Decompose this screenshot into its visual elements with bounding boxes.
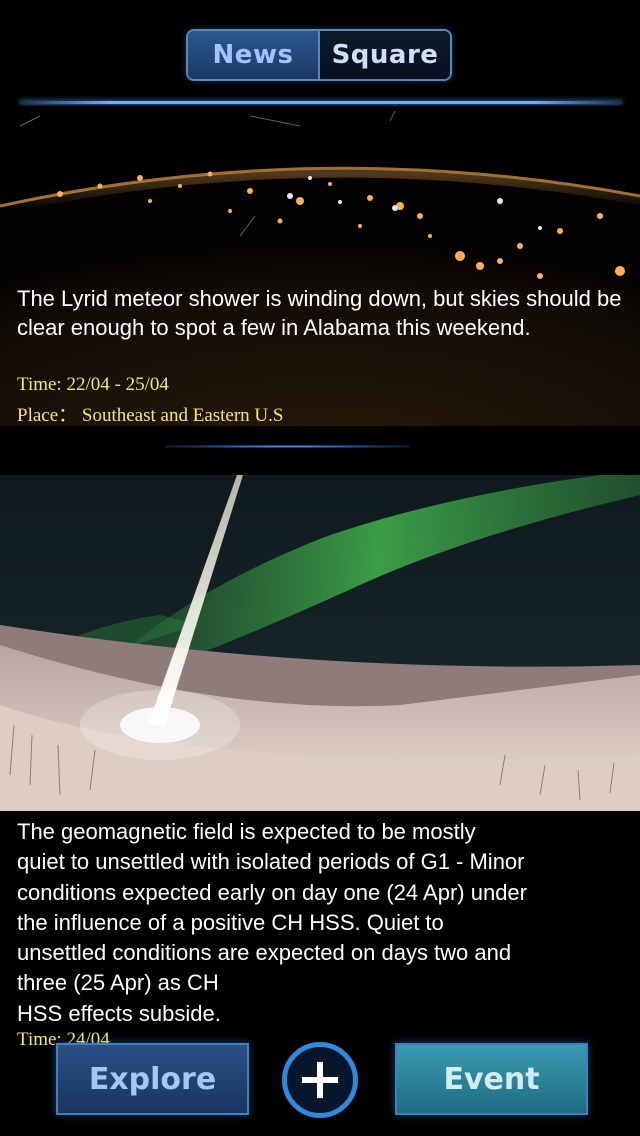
header-divider [20, 101, 622, 104]
tab-news[interactable]: News [188, 31, 320, 79]
news-card-meteor-text: The Lyrid meteor shower is winding down,… [17, 286, 622, 340]
news-card-geomagnetic-text: The geomagnetic field is expected to be … [17, 817, 632, 1029]
add-button[interactable] [282, 1042, 358, 1118]
text-line: conditions expected early on day one (24… [17, 879, 527, 905]
text-line: quiet to unsettled with isolated periods… [17, 849, 525, 875]
text-line: HSS effects subside. [17, 1000, 221, 1026]
plus-icon [302, 1062, 338, 1098]
card-divider [165, 445, 410, 448]
news-card-meteor-time: Time: 22/04 - 25/04 [17, 374, 169, 395]
event-button[interactable]: Event [395, 1043, 588, 1115]
text-line: the influence of a positive CH HSS. Quie… [17, 909, 444, 935]
news-card-meteor[interactable]: The Lyrid meteor shower is winding down,… [0, 106, 640, 466]
text-line: The geomagnetic field is expected to be … [17, 819, 476, 844]
news-card-meteor-place: Place： Southeast and Eastern U.S [17, 405, 284, 426]
news-square-segmented-control: News Square [186, 29, 452, 81]
text-line: three (25 Apr) as CH [17, 970, 219, 996]
text-line: unsettled conditions are expected on day… [17, 940, 512, 966]
aurora-rocket-image[interactable] [0, 475, 640, 811]
tab-square[interactable]: Square [320, 31, 450, 79]
explore-button[interactable]: Explore [56, 1043, 249, 1115]
